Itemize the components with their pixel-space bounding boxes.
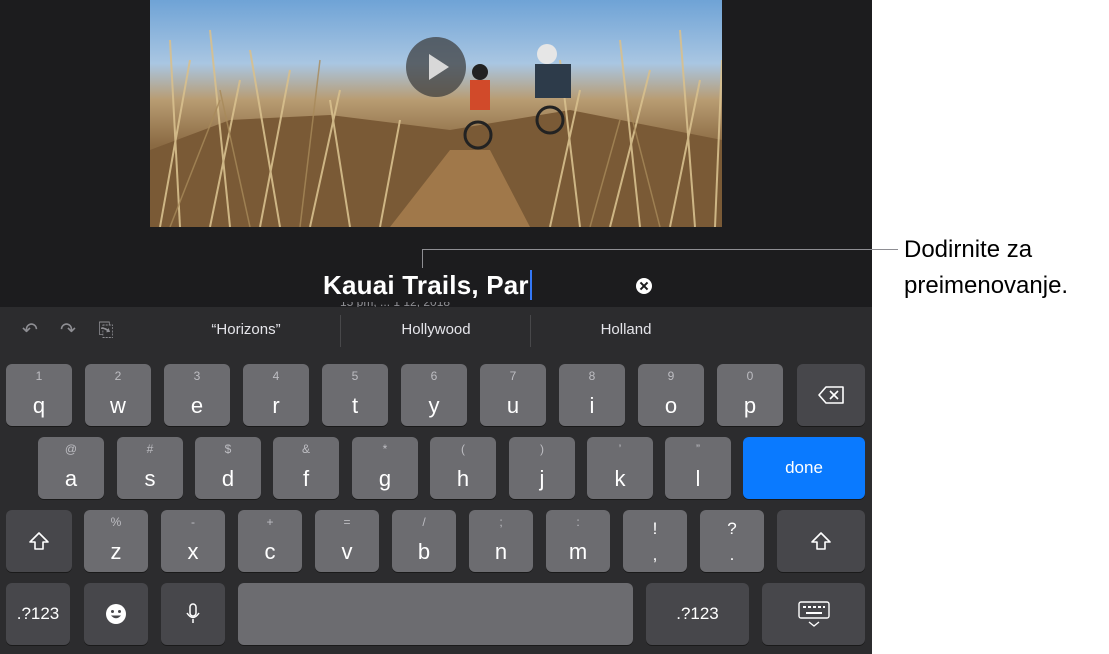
prediction-divider xyxy=(340,315,341,347)
key-f[interactable]: & f xyxy=(273,437,339,499)
key-w[interactable]: 2w xyxy=(85,364,151,426)
key-j[interactable]: ) j xyxy=(509,437,575,499)
key-q[interactable]: 1q xyxy=(6,364,72,426)
key-g[interactable]: * g xyxy=(352,437,418,499)
space-bar[interactable] xyxy=(238,583,633,645)
key-s[interactable]: # s xyxy=(117,437,183,499)
key-z[interactable]: % z xyxy=(84,510,148,572)
key-b[interactable]: / b xyxy=(392,510,456,572)
callout-label: Dodirnite za preimenovanje. xyxy=(904,232,1068,304)
emoji-key[interactable] xyxy=(84,583,148,645)
key-u[interactable]: 7u xyxy=(480,364,546,426)
key-d[interactable]: $ d xyxy=(195,437,261,499)
title-field-row: Kauai Trails, Par xyxy=(0,262,872,306)
video-thumbnail-image xyxy=(150,29,722,227)
title-input[interactable]: Kauai Trails, Par xyxy=(323,270,532,301)
key-n[interactable]: ; n xyxy=(469,510,533,572)
key-l[interactable]: ” l xyxy=(665,437,731,499)
prediction-3[interactable]: Holland xyxy=(556,321,696,338)
key-a[interactable]: @ a xyxy=(38,437,104,499)
key-r[interactable]: 4r xyxy=(243,364,309,426)
text-caret xyxy=(529,270,532,300)
numbers-key-left[interactable]: .?123 xyxy=(6,583,70,645)
key-k[interactable]: ’ k xyxy=(587,437,653,499)
play-button[interactable] xyxy=(406,37,466,97)
title-input-text: Kauai Trails, Par xyxy=(323,270,529,300)
onscreen-keyboard: ↶ ↷ ⎘ “Horizons” Hollywood Holland 1q 2w… xyxy=(0,307,872,654)
key-c[interactable]: + c xyxy=(238,510,302,572)
key-i[interactable]: 8i xyxy=(559,364,625,426)
dictation-key[interactable] xyxy=(161,583,225,645)
prediction-divider xyxy=(530,315,531,347)
key-t[interactable]: 5t xyxy=(322,364,388,426)
delete-key[interactable] xyxy=(797,364,865,426)
key-period[interactable]: ?. xyxy=(700,510,764,572)
shift-key-left[interactable] xyxy=(6,510,72,572)
key-x[interactable]: -x xyxy=(161,510,225,572)
prediction-1[interactable]: “Horizons” xyxy=(176,321,316,338)
video-preview[interactable] xyxy=(150,0,722,227)
callout-line-2: preimenovanje. xyxy=(904,272,1069,299)
key-p[interactable]: 0p xyxy=(717,364,783,426)
paste-icon[interactable]: ⎘ xyxy=(94,319,118,343)
callout-line-1: Dodirnite za xyxy=(904,236,1033,263)
key-v[interactable]: = v xyxy=(315,510,379,572)
key-y[interactable]: 6y xyxy=(401,364,467,426)
key-h[interactable]: (h xyxy=(430,437,496,499)
keyboard-dismiss-icon xyxy=(798,601,830,627)
callout-leader-line xyxy=(422,249,898,268)
clear-text-icon[interactable] xyxy=(636,278,652,294)
key-m[interactable]: :m xyxy=(546,510,610,572)
shift-key-right[interactable] xyxy=(777,510,865,572)
prediction-2[interactable]: Hollywood xyxy=(366,321,506,338)
numbers-key-right[interactable]: .?123 xyxy=(646,583,749,645)
imovie-screen: Kauai Trails, Par 15 pm, ... 1 12, 2018 … xyxy=(0,0,872,654)
hide-keyboard-key[interactable] xyxy=(762,583,865,645)
redo-icon[interactable]: ↷ xyxy=(56,319,80,343)
predictive-bar: ↶ ↷ ⎘ “Horizons” Hollywood Holland xyxy=(0,307,872,355)
delete-backward-icon xyxy=(818,386,844,404)
undo-icon[interactable]: ↶ xyxy=(18,319,42,343)
done-button[interactable]: done xyxy=(743,437,865,499)
key-e[interactable]: 3e xyxy=(164,364,230,426)
microphone-icon xyxy=(186,603,200,623)
key-o[interactable]: 9o xyxy=(638,364,704,426)
shift-icon xyxy=(811,532,831,550)
emoji-icon xyxy=(106,604,126,624)
shift-icon xyxy=(29,532,49,550)
key-comma[interactable]: !, xyxy=(623,510,687,572)
